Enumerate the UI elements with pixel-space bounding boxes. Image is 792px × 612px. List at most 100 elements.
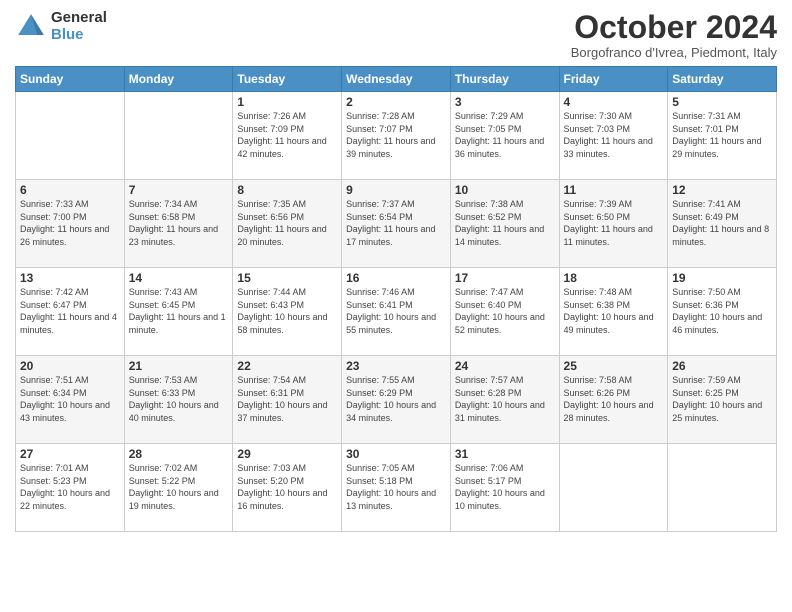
day-info: Sunrise: 7:55 AMSunset: 6:29 PMDaylight:… <box>346 374 446 424</box>
calendar-cell: 27Sunrise: 7:01 AMSunset: 5:23 PMDayligh… <box>16 444 125 532</box>
day-number: 8 <box>237 183 337 197</box>
calendar-cell: 29Sunrise: 7:03 AMSunset: 5:20 PMDayligh… <box>233 444 342 532</box>
weekday-header: Saturday <box>668 67 777 92</box>
day-number: 25 <box>564 359 664 373</box>
logo: General Blue <box>15 10 107 43</box>
logo-general: General <box>51 10 107 27</box>
calendar-cell: 9Sunrise: 7:37 AMSunset: 6:54 PMDaylight… <box>342 180 451 268</box>
day-number: 28 <box>129 447 229 461</box>
day-info: Sunrise: 7:29 AMSunset: 7:05 PMDaylight:… <box>455 110 555 160</box>
day-number: 21 <box>129 359 229 373</box>
calendar-week-row: 1Sunrise: 7:26 AMSunset: 7:09 PMDaylight… <box>16 92 777 180</box>
day-info: Sunrise: 7:46 AMSunset: 6:41 PMDaylight:… <box>346 286 446 336</box>
weekday-header: Tuesday <box>233 67 342 92</box>
calendar-cell: 8Sunrise: 7:35 AMSunset: 6:56 PMDaylight… <box>233 180 342 268</box>
day-info: Sunrise: 7:37 AMSunset: 6:54 PMDaylight:… <box>346 198 446 248</box>
day-info: Sunrise: 7:41 AMSunset: 6:49 PMDaylight:… <box>672 198 772 248</box>
day-info: Sunrise: 7:58 AMSunset: 6:26 PMDaylight:… <box>564 374 664 424</box>
day-info: Sunrise: 7:30 AMSunset: 7:03 PMDaylight:… <box>564 110 664 160</box>
calendar-cell: 30Sunrise: 7:05 AMSunset: 5:18 PMDayligh… <box>342 444 451 532</box>
calendar-cell <box>124 92 233 180</box>
calendar-cell: 25Sunrise: 7:58 AMSunset: 6:26 PMDayligh… <box>559 356 668 444</box>
calendar-cell: 18Sunrise: 7:48 AMSunset: 6:38 PMDayligh… <box>559 268 668 356</box>
logo-blue: Blue <box>51 27 107 44</box>
day-info: Sunrise: 7:54 AMSunset: 6:31 PMDaylight:… <box>237 374 337 424</box>
day-info: Sunrise: 7:01 AMSunset: 5:23 PMDaylight:… <box>20 462 120 512</box>
calendar-cell: 21Sunrise: 7:53 AMSunset: 6:33 PMDayligh… <box>124 356 233 444</box>
calendar-cell: 3Sunrise: 7:29 AMSunset: 7:05 PMDaylight… <box>450 92 559 180</box>
calendar-week-row: 6Sunrise: 7:33 AMSunset: 7:00 PMDaylight… <box>16 180 777 268</box>
day-number: 18 <box>564 271 664 285</box>
day-info: Sunrise: 7:50 AMSunset: 6:36 PMDaylight:… <box>672 286 772 336</box>
day-number: 27 <box>20 447 120 461</box>
day-number: 7 <box>129 183 229 197</box>
calendar-cell: 24Sunrise: 7:57 AMSunset: 6:28 PMDayligh… <box>450 356 559 444</box>
day-info: Sunrise: 7:51 AMSunset: 6:34 PMDaylight:… <box>20 374 120 424</box>
day-number: 17 <box>455 271 555 285</box>
day-info: Sunrise: 7:47 AMSunset: 6:40 PMDaylight:… <box>455 286 555 336</box>
calendar-cell: 23Sunrise: 7:55 AMSunset: 6:29 PMDayligh… <box>342 356 451 444</box>
day-info: Sunrise: 7:44 AMSunset: 6:43 PMDaylight:… <box>237 286 337 336</box>
day-number: 31 <box>455 447 555 461</box>
day-number: 13 <box>20 271 120 285</box>
day-info: Sunrise: 7:38 AMSunset: 6:52 PMDaylight:… <box>455 198 555 248</box>
day-info: Sunrise: 7:57 AMSunset: 6:28 PMDaylight:… <box>455 374 555 424</box>
calendar-cell: 6Sunrise: 7:33 AMSunset: 7:00 PMDaylight… <box>16 180 125 268</box>
calendar-cell: 14Sunrise: 7:43 AMSunset: 6:45 PMDayligh… <box>124 268 233 356</box>
day-info: Sunrise: 7:05 AMSunset: 5:18 PMDaylight:… <box>346 462 446 512</box>
calendar-cell: 22Sunrise: 7:54 AMSunset: 6:31 PMDayligh… <box>233 356 342 444</box>
day-number: 2 <box>346 95 446 109</box>
calendar-cell: 7Sunrise: 7:34 AMSunset: 6:58 PMDaylight… <box>124 180 233 268</box>
page-header: General Blue October 2024 Borgofranco d'… <box>15 10 777 60</box>
day-info: Sunrise: 7:31 AMSunset: 7:01 PMDaylight:… <box>672 110 772 160</box>
calendar-table: SundayMondayTuesdayWednesdayThursdayFrid… <box>15 66 777 532</box>
weekday-header: Thursday <box>450 67 559 92</box>
title-block: October 2024 Borgofranco d'Ivrea, Piedmo… <box>571 10 777 60</box>
calendar-cell: 10Sunrise: 7:38 AMSunset: 6:52 PMDayligh… <box>450 180 559 268</box>
calendar-cell: 17Sunrise: 7:47 AMSunset: 6:40 PMDayligh… <box>450 268 559 356</box>
day-info: Sunrise: 7:35 AMSunset: 6:56 PMDaylight:… <box>237 198 337 248</box>
calendar-cell: 19Sunrise: 7:50 AMSunset: 6:36 PMDayligh… <box>668 268 777 356</box>
day-info: Sunrise: 7:39 AMSunset: 6:50 PMDaylight:… <box>564 198 664 248</box>
day-number: 11 <box>564 183 664 197</box>
calendar-cell: 31Sunrise: 7:06 AMSunset: 5:17 PMDayligh… <box>450 444 559 532</box>
day-number: 22 <box>237 359 337 373</box>
calendar-cell <box>668 444 777 532</box>
day-info: Sunrise: 7:43 AMSunset: 6:45 PMDaylight:… <box>129 286 229 336</box>
day-number: 16 <box>346 271 446 285</box>
calendar-week-row: 27Sunrise: 7:01 AMSunset: 5:23 PMDayligh… <box>16 444 777 532</box>
day-number: 24 <box>455 359 555 373</box>
calendar-cell: 11Sunrise: 7:39 AMSunset: 6:50 PMDayligh… <box>559 180 668 268</box>
day-number: 6 <box>20 183 120 197</box>
calendar-week-row: 20Sunrise: 7:51 AMSunset: 6:34 PMDayligh… <box>16 356 777 444</box>
day-number: 5 <box>672 95 772 109</box>
month-title: October 2024 <box>571 10 777 45</box>
day-info: Sunrise: 7:02 AMSunset: 5:22 PMDaylight:… <box>129 462 229 512</box>
day-number: 30 <box>346 447 446 461</box>
day-number: 23 <box>346 359 446 373</box>
day-info: Sunrise: 7:53 AMSunset: 6:33 PMDaylight:… <box>129 374 229 424</box>
calendar-cell: 5Sunrise: 7:31 AMSunset: 7:01 PMDaylight… <box>668 92 777 180</box>
day-number: 19 <box>672 271 772 285</box>
calendar-cell: 4Sunrise: 7:30 AMSunset: 7:03 PMDaylight… <box>559 92 668 180</box>
day-info: Sunrise: 7:03 AMSunset: 5:20 PMDaylight:… <box>237 462 337 512</box>
weekday-header: Sunday <box>16 67 125 92</box>
day-info: Sunrise: 7:06 AMSunset: 5:17 PMDaylight:… <box>455 462 555 512</box>
calendar-cell <box>16 92 125 180</box>
calendar-cell: 26Sunrise: 7:59 AMSunset: 6:25 PMDayligh… <box>668 356 777 444</box>
calendar-cell: 15Sunrise: 7:44 AMSunset: 6:43 PMDayligh… <box>233 268 342 356</box>
weekday-header-row: SundayMondayTuesdayWednesdayThursdayFrid… <box>16 67 777 92</box>
calendar-cell: 2Sunrise: 7:28 AMSunset: 7:07 PMDaylight… <box>342 92 451 180</box>
weekday-header: Monday <box>124 67 233 92</box>
weekday-header: Friday <box>559 67 668 92</box>
day-info: Sunrise: 7:28 AMSunset: 7:07 PMDaylight:… <box>346 110 446 160</box>
day-number: 1 <box>237 95 337 109</box>
day-number: 10 <box>455 183 555 197</box>
calendar-cell: 28Sunrise: 7:02 AMSunset: 5:22 PMDayligh… <box>124 444 233 532</box>
day-number: 3 <box>455 95 555 109</box>
day-number: 14 <box>129 271 229 285</box>
day-number: 26 <box>672 359 772 373</box>
calendar-cell: 12Sunrise: 7:41 AMSunset: 6:49 PMDayligh… <box>668 180 777 268</box>
logo-icon <box>15 11 47 43</box>
day-number: 29 <box>237 447 337 461</box>
